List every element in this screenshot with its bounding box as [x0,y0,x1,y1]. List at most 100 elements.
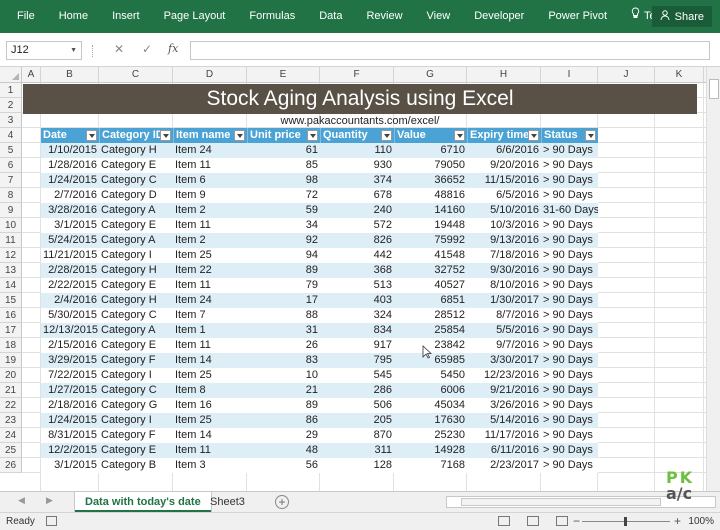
column-header-f[interactable]: F [320,67,394,83]
ribbon-tab-view[interactable]: View [415,0,463,33]
table-cell[interactable]: 48816 [394,188,467,203]
table-cell[interactable]: Item 22 [173,263,247,278]
table-cell[interactable]: > 90 Days [541,443,598,458]
table-cell[interactable]: 29 [247,428,320,443]
table-cell[interactable]: 6/11/2016 [467,443,541,458]
cancel-icon[interactable]: ✕ [114,42,124,56]
table-cell[interactable]: 7/22/2015 [41,368,99,383]
table-cell[interactable]: 2/23/2017 [467,458,541,473]
row-header-22[interactable]: 22 [0,398,22,413]
table-cell[interactable]: Item 25 [173,248,247,263]
table-header-quantity[interactable]: Quantity [320,128,394,143]
table-cell[interactable]: 6851 [394,293,467,308]
table-cell[interactable]: 3/26/2016 [467,398,541,413]
worksheet-grid[interactable]: A B C D E F G H I J K 1 2 3 4 5 6 7 8 9 10 11 12 13 14 15 16 17 18 19… [0,67,720,491]
row-header-14[interactable]: 14 [0,278,22,293]
table-cell[interactable]: 12/13/2015 [41,323,99,338]
table-cell[interactable]: 12/2/2015 [41,443,99,458]
table-cell[interactable]: > 90 Days [541,188,598,203]
table-cell[interactable]: 88 [247,308,320,323]
table-cell[interactable]: 5/5/2016 [467,323,541,338]
row-header-18[interactable]: 18 [0,338,22,353]
table-cell[interactable]: > 90 Days [541,323,598,338]
table-cell[interactable]: Category I [99,368,173,383]
normal-view-icon[interactable] [498,516,510,526]
table-cell[interactable]: 930 [320,158,394,173]
table-cell[interactable]: 205 [320,413,394,428]
table-cell[interactable]: 1/28/2016 [41,158,99,173]
table-cell[interactable]: 6/5/2016 [467,188,541,203]
row-header-12[interactable]: 12 [0,248,22,263]
table-cell[interactable]: Category E [99,338,173,353]
table-cell[interactable]: 3/30/2017 [467,353,541,368]
row-header-26[interactable]: 26 [0,458,22,473]
table-cell[interactable]: Item 14 [173,428,247,443]
table-cell[interactable]: > 90 Days [541,263,598,278]
table-cell[interactable]: Category E [99,278,173,293]
table-cell[interactable]: Item 24 [173,293,247,308]
column-header-k[interactable]: K [655,67,704,83]
row-header-25[interactable]: 25 [0,443,22,458]
ribbon-tab-file[interactable]: File [0,0,47,33]
table-cell[interactable]: 36652 [394,173,467,188]
sheet-url[interactable]: www.pakaccountants.com/excel/ [23,114,697,129]
table-cell[interactable]: 19448 [394,218,467,233]
filter-dropdown-icon[interactable] [528,130,539,141]
table-cell[interactable]: 79 [247,278,320,293]
table-cell[interactable]: Category B [99,458,173,473]
vertical-scroll-thumb[interactable] [709,79,719,99]
table-cell[interactable]: Category I [99,413,173,428]
table-cell[interactable]: Category F [99,428,173,443]
table-cell[interactable]: 7/18/2016 [467,248,541,263]
row-header-13[interactable]: 13 [0,263,22,278]
column-header-j[interactable]: J [598,67,655,83]
table-cell[interactable]: 572 [320,218,394,233]
check-icon[interactable]: ✓ [142,42,152,56]
table-cell[interactable]: > 90 Days [541,458,598,473]
table-header-category-id[interactable]: Category ID [99,128,173,143]
table-cell[interactable]: 2/18/2016 [41,398,99,413]
row-header-16[interactable]: 16 [0,308,22,323]
vertical-scrollbar[interactable] [706,67,720,491]
table-cell[interactable]: Category C [99,383,173,398]
column-header-h[interactable]: H [467,67,541,83]
table-cell[interactable]: 2/7/2016 [41,188,99,203]
table-cell[interactable]: 3/29/2015 [41,353,99,368]
column-header-e[interactable]: E [247,67,320,83]
table-cell[interactable]: 34 [247,218,320,233]
table-cell[interactable]: Item 11 [173,443,247,458]
ribbon-tab-home[interactable]: Home [47,0,100,33]
table-cell[interactable]: 368 [320,263,394,278]
table-cell[interactable]: 1/24/2015 [41,173,99,188]
table-cell[interactable]: > 90 Days [541,248,598,263]
table-cell[interactable]: 83 [247,353,320,368]
table-cell[interactable]: 678 [320,188,394,203]
table-cell[interactable]: 917 [320,338,394,353]
zoom-slider-knob[interactable] [624,517,627,526]
row-header-17[interactable]: 17 [0,323,22,338]
table-cell[interactable]: 11/21/2015 [41,248,99,263]
column-header-a[interactable]: A [22,67,41,83]
row-header-9[interactable]: 9 [0,203,22,218]
column-header-b[interactable]: B [41,67,99,83]
column-header-g[interactable]: G [394,67,467,83]
column-header-i[interactable]: I [541,67,598,83]
ribbon-tab-page-layout[interactable]: Page Layout [152,0,238,33]
table-cell[interactable]: 5450 [394,368,467,383]
table-cell[interactable]: 1/30/2017 [467,293,541,308]
row-header-4[interactable]: 4 [0,128,22,143]
table-cell[interactable]: Category A [99,323,173,338]
table-cell[interactable]: 311 [320,443,394,458]
table-cell[interactable]: 5/14/2016 [467,413,541,428]
table-cell[interactable]: Category H [99,293,173,308]
table-cell[interactable]: 240 [320,203,394,218]
table-cell[interactable]: > 90 Days [541,158,598,173]
table-cell[interactable]: > 90 Days [541,428,598,443]
table-cell[interactable]: Item 1 [173,323,247,338]
table-cell[interactable]: 32752 [394,263,467,278]
table-cell[interactable]: Category G [99,398,173,413]
table-cell[interactable]: > 90 Days [541,293,598,308]
table-cell[interactable]: Category A [99,233,173,248]
table-cell[interactable]: > 90 Days [541,398,598,413]
row-header-7[interactable]: 7 [0,173,22,188]
